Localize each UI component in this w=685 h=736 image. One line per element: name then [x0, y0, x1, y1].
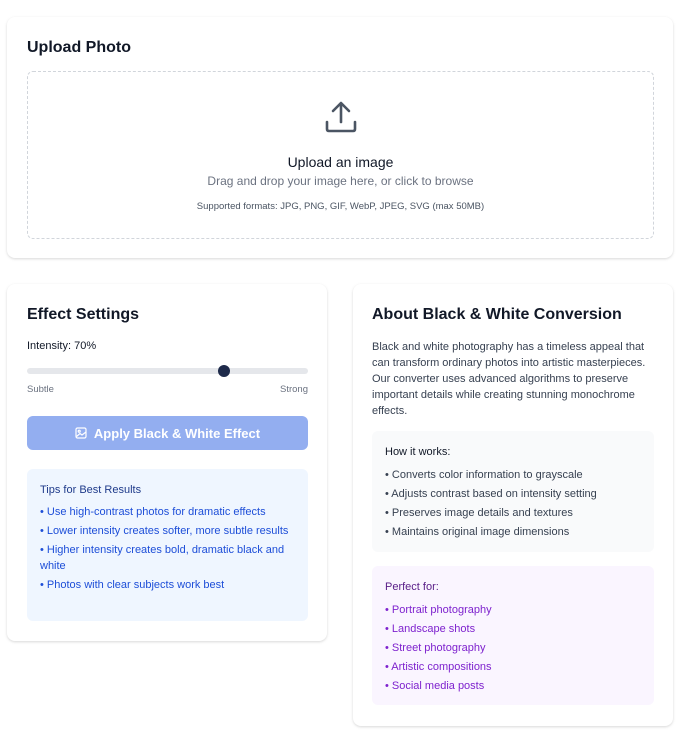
tip-item: • Lower intensity creates softer, more s… [40, 525, 289, 537]
about-card: About Black & White Conversion Black and… [353, 284, 673, 726]
perfect-item: • Landscape shots [385, 623, 476, 635]
tips-box: Tips for Best Results • Use high-contras… [27, 469, 308, 621]
apply-effect-label: Apply Black & White Effect [93, 425, 261, 441]
tip-item: • Use high-contrast photos for dramatic … [40, 506, 266, 518]
perfect-item: • Social media posts [385, 680, 485, 692]
slider-thumb[interactable] [217, 365, 230, 377]
upload-title: Upload Photo [27, 39, 131, 56]
how-item: • Preserves image details and textures [385, 507, 573, 519]
how-it-works-list: • Converts color information to grayscal… [385, 467, 597, 543]
slider-min-label: Subtle [27, 384, 54, 395]
effect-settings-title: Effect Settings [27, 306, 140, 323]
how-item: • Adjusts contrast based on intensity se… [385, 488, 597, 500]
supported-formats: Supported formats: JPG, PNG, GIF, WebP, … [196, 201, 485, 212]
perfect-item: • Artistic compositions [385, 661, 492, 673]
how-it-works-box: How it works: • Converts color informati… [372, 431, 654, 552]
perfect-for-title: Perfect for: [385, 581, 439, 593]
dropzone-title: Upload an image [287, 154, 394, 170]
tip-item: • Higher intensity creates bold, dramati… [40, 544, 285, 572]
upload-icon [325, 101, 357, 133]
tips-title: Tips for Best Results [40, 484, 142, 496]
perfect-item: • Portrait photography [385, 604, 492, 616]
slider-max-label: Strong [280, 384, 308, 395]
intensity-label: Intensity: 70% [27, 340, 97, 352]
about-description: Black and white photography has a timele… [372, 341, 646, 417]
how-item: • Maintains original image dimensions [385, 526, 570, 538]
intensity-slider[interactable] [27, 365, 308, 377]
dropzone-subtitle: Drag and drop your image here, or click … [207, 174, 474, 188]
perfect-for-list: • Portrait photography • Landscape shots… [385, 602, 492, 697]
upload-dropzone[interactable]: Upload an image Drag and drop your image… [27, 71, 654, 239]
how-it-works-title: How it works: [385, 446, 451, 458]
how-item: • Converts color information to grayscal… [385, 469, 583, 481]
perfect-for-box: Perfect for: • Portrait photography • La… [372, 566, 654, 705]
apply-effect-button[interactable]: Apply Black & White Effect [27, 416, 308, 450]
about-title: About Black & White Conversion [372, 306, 622, 323]
perfect-item: • Street photography [385, 642, 486, 654]
effect-settings-card: Effect Settings Intensity: 70% Subtle St… [7, 284, 327, 641]
tips-list: • Use high-contrast photos for dramatic … [40, 504, 298, 596]
image-icon [75, 427, 87, 439]
upload-card: Upload Photo Upload an image Drag and dr… [7, 17, 673, 258]
tip-item: • Photos with clear subjects work best [40, 579, 225, 591]
